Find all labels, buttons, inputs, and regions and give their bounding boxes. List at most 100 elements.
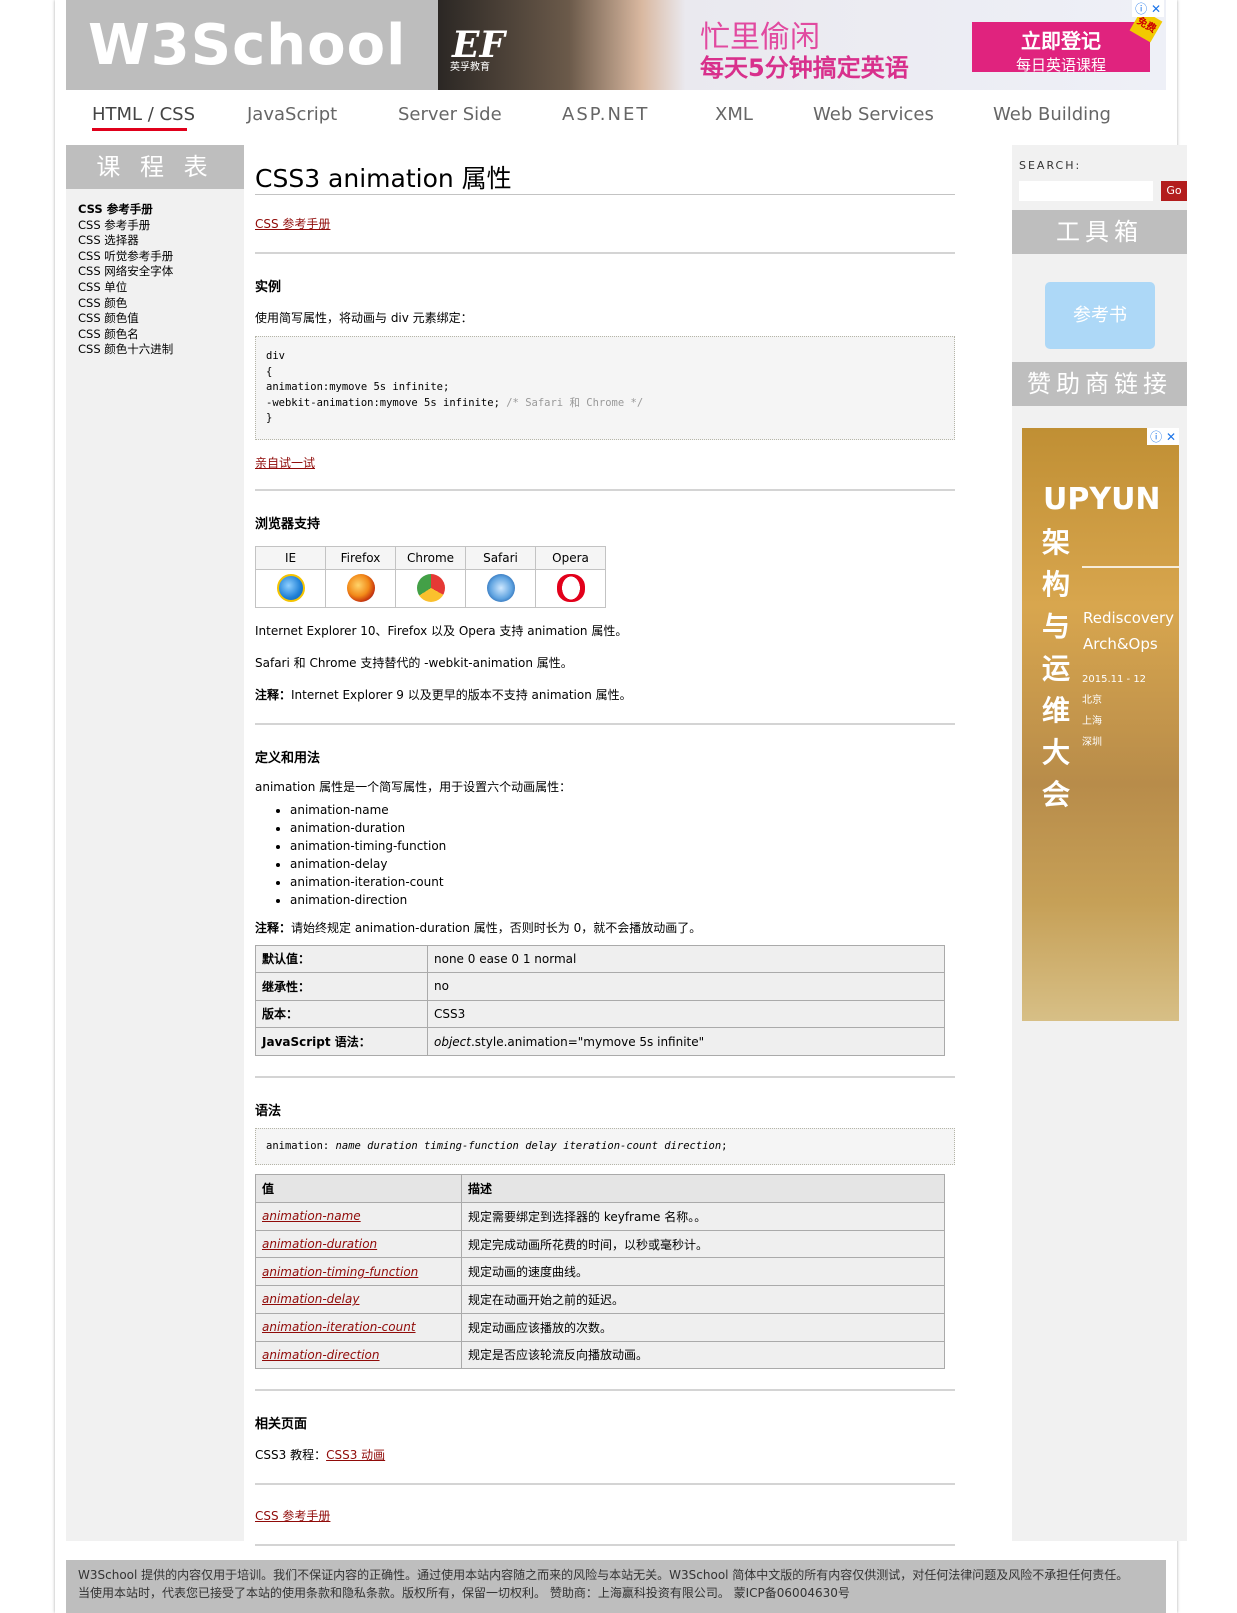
value-link[interactable]: animation-timing-function: [262, 1265, 418, 1279]
syntax-suffix: ;: [721, 1139, 728, 1152]
course-item[interactable]: CSS 参考手册: [78, 218, 244, 234]
divider: [255, 1544, 955, 1547]
course-item[interactable]: CSS 选择器: [78, 233, 244, 249]
code-comment: /* Safari 和 Chrome */: [506, 396, 644, 409]
col-header-value: 值: [255, 1174, 462, 1204]
table-cell-key: 版本：: [255, 999, 428, 1029]
ad-line-2: 每天5分钟搞定英语: [700, 54, 909, 82]
example-heading: 实例: [255, 280, 282, 295]
site-logo[interactable]: W3School: [66, 0, 438, 90]
ad-brand: UPYUN: [1043, 482, 1161, 517]
ad-date: 2015.11 - 12: [1082, 674, 1147, 685]
note-text: 请始终规定 animation-duration 属性，否则时长为 0，就不会播…: [291, 920, 702, 935]
value-link[interactable]: animation-delay: [262, 1292, 359, 1306]
example-desc: 使用简写属性，将动画与 div 元素绑定：: [255, 311, 473, 325]
value-link[interactable]: animation-duration: [262, 1237, 377, 1251]
opera-icon: [556, 574, 585, 602]
ad-line-1: Rediscovery: [1083, 609, 1175, 627]
list-item: animation-name: [290, 801, 955, 819]
course-item[interactable]: CSS 颜色: [78, 296, 244, 312]
footer: W3School 提供的内容仅用于培训。我们不保证内容的正确性。通过使用本站内容…: [66, 1560, 1166, 1613]
browser-p2: Safari 和 Chrome 支持替代的 -webkit-animation …: [255, 655, 573, 670]
value-link[interactable]: animation-name: [262, 1209, 361, 1223]
related-link[interactable]: CSS3 动画: [326, 1448, 385, 1462]
nav-html-css[interactable]: HTML / CSS: [92, 104, 195, 125]
syntax-heading: 语法: [255, 1103, 282, 1119]
nav-aspnet[interactable]: ASP.NET: [562, 104, 649, 125]
course-head: CSS 参考手册: [78, 202, 153, 216]
table-row: 继承性： no: [255, 972, 945, 1001]
table-cell-key: 继承性：: [255, 972, 428, 1001]
ad-close-icon[interactable]: ⓘ ✕: [1132, 0, 1164, 17]
code-line: {: [266, 365, 273, 378]
try-it-link[interactable]: 亲自试一试: [255, 456, 315, 470]
nav-xml[interactable]: XML: [715, 104, 753, 125]
browser-support-table: IE Firefox Chrome Safari Opera: [255, 545, 606, 608]
js-syntax-text: .style.animation="mymove 5s infinite": [470, 1034, 705, 1049]
table-row: JavaScript 语法： object.style.animation="my…: [255, 1027, 945, 1056]
property-info-table: 默认值： none 0 ease 0 1 normal 继承性： no 版本： CSS…: [255, 944, 945, 1056]
sidebar-ad[interactable]: UPYUN 架构与运维大会 Rediscovery Arch&Ops 2015.…: [1022, 428, 1179, 1021]
course-item[interactable]: CSS 颜色十六进制: [78, 342, 244, 358]
header: W3School EF 英孚教育 忙里偷闲 每天5分钟搞定英语 立即登记 每日英…: [66, 0, 1166, 90]
browser-heading: 浏览器支持: [255, 516, 321, 532]
list-item: animation-direction: [290, 891, 955, 909]
ref-link-bottom[interactable]: CSS 参考手册: [255, 1509, 330, 1523]
list-item: animation-delay: [290, 855, 955, 873]
table-cell-key: JavaScript 语法：: [255, 1027, 428, 1056]
browser-name: Chrome: [395, 545, 466, 570]
ad-city: 深圳: [1082, 737, 1102, 748]
page-wrapper: W3School EF 英孚教育 忙里偷闲 每天5分钟搞定英语 立即登记 每日英…: [55, 0, 1187, 1613]
course-item[interactable]: CSS 听觉参考手册: [78, 249, 244, 265]
table-row: animation-direction 规定是否应该轮流反向播放动画。: [255, 1340, 945, 1370]
nav-active-underline: [92, 128, 187, 131]
search-box: SEARCH: Go: [1019, 159, 1187, 201]
nav-server-side[interactable]: Server Side: [398, 104, 502, 125]
example-code: div { animation:mymove 5s infinite; -web…: [255, 336, 955, 440]
note-label: 注释：: [255, 687, 292, 702]
browser-name: IE: [255, 545, 326, 570]
toolbox-heading: 工具箱: [1012, 210, 1187, 254]
value-desc: 规定动画的速度曲线。: [461, 1257, 945, 1287]
nav-web-services[interactable]: Web Services: [813, 104, 934, 125]
course-item[interactable]: CSS 颜色值: [78, 311, 244, 327]
page-title: CSS3 animation 属性: [255, 145, 955, 195]
table-row: animation-duration 规定完成动画所花费的时间，以秒或毫秒计。: [255, 1229, 945, 1259]
chrome-icon: [416, 574, 445, 602]
table-row: 版本： CSS3: [255, 999, 945, 1029]
value-link[interactable]: animation-iteration-count: [262, 1320, 416, 1334]
search-input[interactable]: [1019, 181, 1153, 201]
syntax-prefix: animation:: [266, 1139, 336, 1152]
ref-link-top[interactable]: CSS 参考手册: [255, 217, 330, 231]
ad-cta-button[interactable]: 立即登记 每日英语课程: [972, 22, 1150, 74]
ad-brand-sub: 英孚教育: [450, 62, 490, 73]
definition-desc: animation 属性是一个简写属性，用于设置六个动画属性：: [255, 779, 572, 794]
footer-line-1: W3School 提供的内容仅用于培训。我们不保证内容的正确性。通过使用本站内容…: [78, 1568, 1129, 1582]
nav-javascript[interactable]: JavaScript: [247, 104, 337, 125]
header-ad-banner[interactable]: EF 英孚教育 忙里偷闲 每天5分钟搞定英语 立即登记 每日英语课程 免费 ⓘ …: [438, 0, 1166, 90]
browser-name: Safari: [465, 545, 536, 570]
code-line: }: [266, 412, 273, 424]
code-line: -webkit-animation:mymove 5s infinite; /*…: [266, 396, 944, 412]
table-row: animation-iteration-count 规定动画应该播放的次数。: [255, 1312, 945, 1342]
right-sidebar: SEARCH: Go 工具箱 参考书 赞助商链接 UPYUN 架构与运维大会 R…: [1012, 145, 1187, 1541]
table-row: animation-timing-function 规定动画的速度曲线。: [255, 1257, 945, 1287]
value-link[interactable]: animation-direction: [262, 1348, 380, 1362]
ad-divider: [1082, 566, 1179, 568]
course-item[interactable]: CSS 网络安全字体: [78, 264, 244, 280]
refbook-button[interactable]: 参考书: [1045, 282, 1155, 349]
course-item[interactable]: CSS 单位: [78, 280, 244, 296]
code-line: div: [266, 350, 285, 362]
ad-cta-label-1: 立即登记: [1021, 29, 1101, 53]
ad-close-icon[interactable]: ⓘ ✕: [1147, 428, 1179, 445]
related-label: CSS3 教程：: [255, 1448, 327, 1463]
course-item[interactable]: CSS 颜色名: [78, 327, 244, 343]
search-go-button[interactable]: Go: [1161, 181, 1187, 201]
syntax-args: name duration timing-function delay iter…: [335, 1139, 722, 1152]
ad-city: 北京: [1082, 695, 1102, 706]
nav-web-building[interactable]: Web Building: [993, 104, 1111, 125]
course-list: CSS 参考手册 CSS 参考手册 CSS 选择器 CSS 听觉参考手册 CSS…: [66, 189, 244, 358]
ad-vertical-title: 架构与运维大会: [1042, 526, 1071, 811]
code-text: -webkit-animation:mymove 5s infinite;: [266, 396, 500, 409]
browser-note: 注释：Internet Explorer 9 以及更早的版本不支持 animat…: [255, 686, 955, 703]
